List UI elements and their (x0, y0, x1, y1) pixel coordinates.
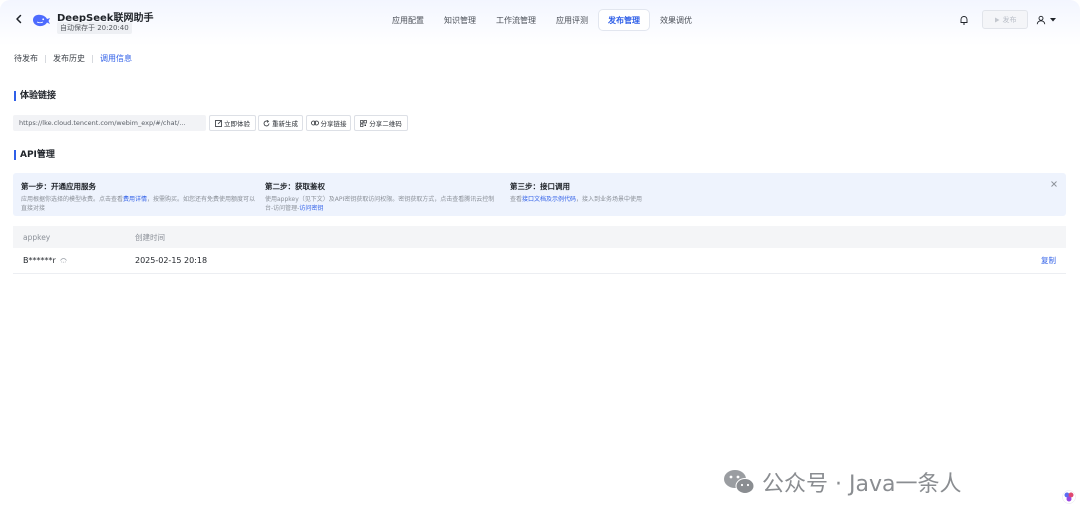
tab-evaluation[interactable]: 应用评测 (547, 10, 597, 30)
step-title: 第一步：开通应用服务 (21, 182, 96, 191)
main-nav: 应用配置 知识管理 工作流管理 应用评测 发布管理 效果调优 (383, 10, 703, 30)
appkey-value: B******r (23, 256, 68, 265)
step-description: 应用根据你选择的模型收费。点击查看费用详情，按需购买。如您还有免费使用额度可以直… (21, 196, 256, 212)
whale-logo-icon (30, 9, 52, 31)
publish-label: 发布 (1002, 15, 1017, 24)
experience-url-field[interactable]: https://lke.cloud.tencent.com/webim_exp/… (13, 115, 206, 131)
appkey-text: B******r (23, 256, 56, 265)
step-description: 使用appkey（见下文）及API密钥获取访问权限。密钥获取方式，点击查看腾讯云… (265, 196, 495, 212)
tab-tuning[interactable]: 效果调优 (651, 10, 701, 30)
column-header-appkey: appkey (23, 232, 51, 242)
share-link-label: 分享链接 (320, 120, 347, 128)
api-docs-link[interactable]: 接口文档及示例代码 (522, 196, 576, 203)
try-now-button[interactable]: 立即体验 (209, 115, 256, 131)
divider (92, 54, 93, 63)
regenerate-label: 重新生成 (272, 120, 298, 128)
eye-off-icon[interactable] (60, 258, 68, 263)
app-window: DeepSeek联网助手 自动保存于 20:20:40 应用配置 知识管理 工作… (0, 0, 1080, 527)
assistant-orb-icon[interactable] (1062, 490, 1076, 504)
subtab-history[interactable]: 发布历史 (53, 53, 85, 64)
access-key-link[interactable]: 访问密钥 (299, 205, 323, 212)
bell-icon[interactable] (958, 14, 970, 26)
step-description: 查看接口文档及示例代码，接入到业务场景中使用 (510, 196, 643, 203)
tab-publish[interactable]: 发布管理 (599, 10, 649, 30)
subtab-call-info[interactable]: 调用信息 (100, 53, 132, 64)
created-time-value: 2025-02-15 20:18 (135, 256, 208, 265)
tab-workflow[interactable]: 工作流管理 (487, 10, 545, 30)
watermark-text: 公众号 · Java一条人 (762, 472, 962, 497)
caret-down-icon (1050, 18, 1056, 22)
step-title: 第二步：获取鉴权 (265, 182, 325, 191)
copy-button[interactable]: 复制 (1041, 255, 1056, 266)
close-icon[interactable] (1049, 179, 1059, 189)
try-now-label: 立即体验 (224, 120, 250, 128)
step-title: 第三步：接口调用 (510, 182, 570, 191)
user-icon (1036, 15, 1046, 25)
regenerate-button[interactable]: 重新生成 (258, 115, 303, 131)
share-qrcode-label: 分享二维码 (369, 120, 402, 128)
section-title-api: API管理 (14, 150, 55, 160)
refresh-icon (263, 119, 270, 126)
pricing-link[interactable]: 费用详情 (123, 196, 147, 203)
section-title-experience: 体验链接 (14, 91, 56, 101)
play-icon (994, 17, 999, 22)
step-1: 第一步：开通应用服务 应用根据你选择的模型收费。点击查看费用详情，按需购买。如您… (21, 181, 261, 213)
wechat-icon (724, 470, 755, 494)
sub-tabs: 待发布 发布历史 调用信息 (14, 53, 132, 64)
tab-app-config[interactable]: 应用配置 (383, 10, 433, 30)
autosave-status: 自动保存于 20:20:40 (57, 22, 132, 34)
table-row: B******r 2025-02-15 20:18 复制 (13, 248, 1066, 274)
step-3: 第三步：接口调用 查看接口文档及示例代码，接入到业务场景中使用 (510, 181, 770, 204)
share-link-button[interactable]: 分享链接 (306, 115, 351, 131)
back-arrow-icon[interactable] (12, 12, 26, 26)
external-link-icon (215, 119, 222, 127)
user-menu[interactable] (1036, 13, 1062, 27)
divider (45, 54, 46, 63)
tab-knowledge[interactable]: 知识管理 (435, 10, 485, 30)
column-header-created: 创建时间 (135, 232, 165, 242)
publish-button[interactable]: 发布 (982, 10, 1028, 29)
watermark: 公众号 · Java一条人 (722, 466, 961, 498)
appkey-table: appkey 创建时间 B******r 2025-02-15 20:18 复制 (13, 226, 1066, 274)
subtab-pending[interactable]: 待发布 (14, 53, 38, 64)
qrcode-icon (360, 119, 368, 127)
api-steps-panel: 第一步：开通应用服务 应用根据你选择的模型收费。点击查看费用详情，按需购买。如您… (13, 173, 1066, 216)
link-icon (310, 120, 319, 126)
share-qrcode-button[interactable]: 分享二维码 (354, 115, 408, 131)
step-2: 第二步：获取鉴权 使用appkey（见下文）及API密钥获取访问权限。密钥获取方… (265, 181, 500, 213)
table-header: appkey 创建时间 (13, 226, 1066, 248)
top-header: DeepSeek联网助手 自动保存于 20:20:40 应用配置 知识管理 工作… (0, 0, 1080, 40)
